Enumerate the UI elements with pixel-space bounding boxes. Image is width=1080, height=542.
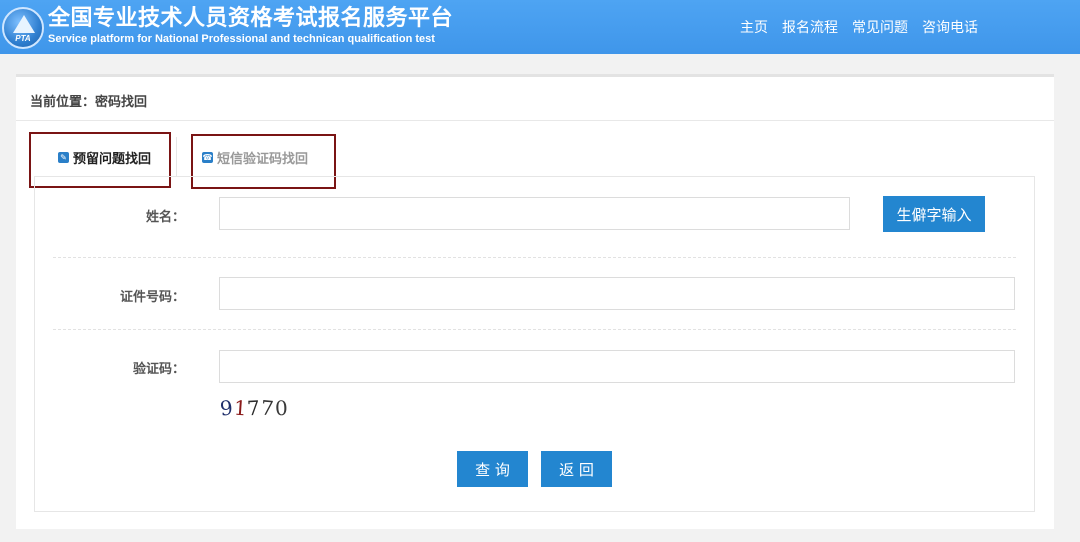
tab-reserved-question[interactable]: ✎ 预留问题找回 [58, 148, 151, 167]
row-divider [53, 257, 1016, 258]
captcha-input[interactable] [219, 350, 1015, 383]
id-number-label: 证件号码： [119, 290, 185, 305]
site-subtitle: Service platform for National Profession… [48, 33, 435, 45]
main-panel: 当前位置：密码找回 ✎ 预留问题找回 ☎ 短信验证码找回 姓名： 生僻字输入 证… [16, 74, 1054, 529]
tab-divider [176, 137, 177, 177]
query-button[interactable]: 查 询 [457, 451, 528, 487]
tab-label: 短信验证码找回 [217, 152, 309, 167]
breadcrumb-divider [16, 120, 1054, 121]
header-bar: PTA 全国专业技术人员资格考试报名服务平台 Service platform … [0, 0, 1080, 54]
tab-label: 预留问题找回 [73, 152, 152, 167]
site-title: 全国专业技术人员资格考试报名服务平台 [48, 6, 454, 31]
name-input[interactable] [219, 197, 850, 230]
captcha-char: 7 [260, 395, 276, 421]
phone-icon: ☎ [202, 152, 213, 163]
nav-registration-process[interactable]: 报名流程 [782, 17, 838, 37]
rare-char-input-button[interactable]: 生僻字输入 [883, 196, 985, 232]
id-number-input[interactable] [219, 277, 1015, 310]
recovery-form: 姓名： 生僻字输入 证件号码： 验证码： 91770 查 询 返 回 [34, 176, 1035, 512]
row-divider [53, 329, 1016, 330]
edit-icon: ✎ [58, 152, 69, 163]
back-button[interactable]: 返 回 [541, 451, 612, 487]
nav-home[interactable]: 主页 [740, 17, 768, 37]
name-label: 姓名： [145, 210, 185, 225]
captcha-label: 验证码： [132, 362, 185, 377]
breadcrumb: 当前位置：密码找回 [30, 95, 148, 110]
tab-sms-code[interactable]: ☎ 短信验证码找回 [202, 148, 308, 167]
logo-text: PTA [15, 34, 31, 43]
top-nav: 主页 报名流程 常见问题 咨询电话 [740, 17, 978, 37]
pta-logo[interactable]: PTA [2, 7, 44, 49]
captcha-image[interactable]: 91770 [219, 395, 320, 432]
nav-faq[interactable]: 常见问题 [852, 17, 908, 37]
captcha-char: 0 [274, 395, 290, 421]
logo-triangle [13, 15, 35, 33]
nav-contact-phone[interactable]: 咨询电话 [922, 17, 978, 37]
